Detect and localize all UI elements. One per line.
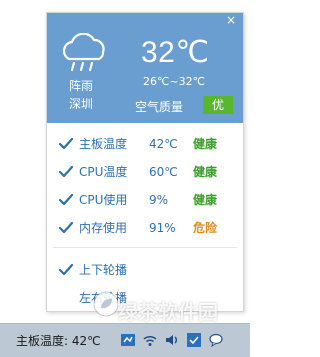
- checkmark-icon: [59, 138, 73, 150]
- stat-value: 42℃: [149, 137, 178, 151]
- weather-temperature: 32℃: [141, 36, 210, 69]
- weather-description: 阵雨: [69, 79, 94, 93]
- weather-temperature-range: 26℃~32℃: [143, 75, 205, 88]
- stat-value: 9%: [149, 193, 169, 207]
- taskbar: 主板温度: 42℃: [0, 323, 250, 357]
- close-button[interactable]: ×: [225, 14, 237, 26]
- stat-label: CPU使用: [79, 193, 128, 207]
- stat-status: 健康: [193, 137, 218, 151]
- checkmark-icon: [59, 264, 73, 276]
- divider: [53, 247, 237, 248]
- chat-tray-icon[interactable]: [208, 332, 224, 348]
- cloud-rain-icon: [62, 33, 105, 72]
- security-tray-icon[interactable]: [186, 332, 202, 348]
- watermark-logo-icon: [93, 291, 119, 317]
- network-tray-icon[interactable]: [120, 332, 136, 348]
- stat-label: 内存使用: [79, 221, 128, 235]
- wifi-tray-icon[interactable]: [142, 332, 158, 348]
- checkmark-icon: [59, 166, 73, 178]
- stat-status: 危险: [193, 221, 218, 235]
- volume-tray-icon[interactable]: [164, 332, 180, 348]
- stat-label: CPU温度: [79, 165, 128, 179]
- stat-value: 91%: [149, 221, 176, 235]
- stat-status: 健康: [193, 165, 218, 179]
- watermark-text: 绿茶软件园: [118, 300, 218, 324]
- air-quality-badge: 优: [203, 96, 233, 114]
- weather-panel: × 阵雨 深圳 32℃ 26℃~32℃ 空气质量 优: [47, 13, 243, 123]
- air-quality-label: 空气质量: [135, 100, 184, 114]
- stat-value: 60℃: [149, 165, 178, 179]
- stat-label: 主板温度: [79, 137, 128, 151]
- stat-status: 健康: [193, 193, 218, 207]
- checkmark-icon: [59, 222, 73, 234]
- monitor-popup: × 阵雨 深圳 32℃ 26℃~32℃ 空气质量 优 主板温度 42℃ 健康 C…: [46, 12, 244, 312]
- checkmark-icon: [59, 194, 73, 206]
- option-label: 上下轮播: [79, 263, 128, 277]
- taskbar-temperature-text[interactable]: 主板温度: 42℃: [16, 332, 101, 349]
- weather-city: 深圳: [69, 97, 94, 111]
